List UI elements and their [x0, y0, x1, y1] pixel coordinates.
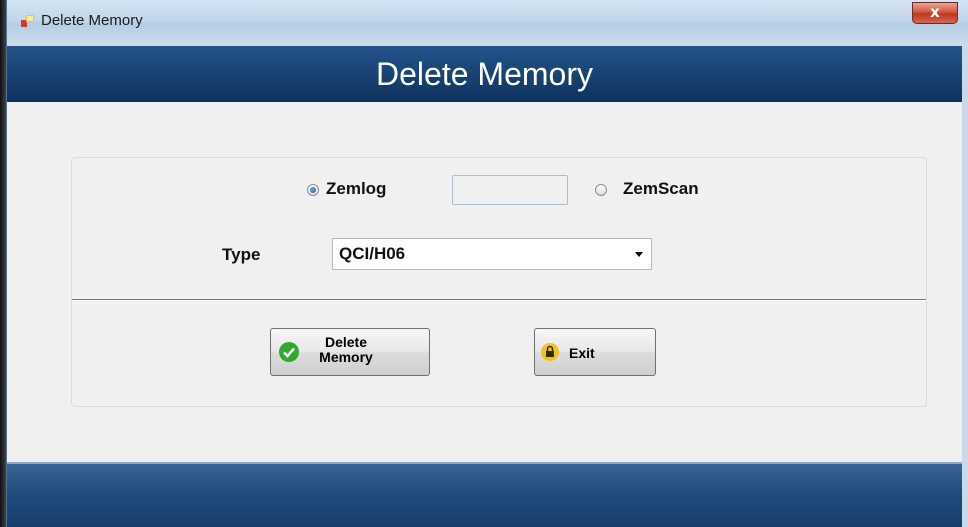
close-button[interactable]: x [912, 2, 958, 24]
options-panel: Zemlog ZemScan Type QCI/H06 Delete Memor… [71, 157, 927, 407]
zemscan-label[interactable]: ZemScan [623, 179, 699, 199]
type-label: Type [222, 245, 261, 264]
exit-button[interactable]: Exit [534, 328, 656, 376]
type-dropdown[interactable]: QCI/H06 [332, 238, 652, 270]
header-banner: Delete Memory [7, 46, 962, 102]
delete-memory-window: Delete Memory x Delete Memory Zemlog Zem… [6, 0, 968, 527]
chevron-down-icon[interactable] [635, 252, 643, 257]
delete-memory-line2: Memory [319, 349, 373, 365]
check-circle-icon [279, 342, 299, 362]
app-icon [21, 15, 34, 27]
exit-label: Exit [569, 345, 595, 361]
delete-memory-button[interactable]: Delete Memory [270, 328, 430, 376]
footer-banner [7, 462, 962, 527]
delete-memory-line1: Delete [324, 334, 368, 350]
type-dropdown-value: QCI/H06 [339, 244, 406, 263]
close-icon: x [930, 3, 940, 21]
zemscan-radio[interactable] [595, 184, 607, 196]
title-bar[interactable]: Delete Memory x [7, 0, 968, 44]
zemlog-radio[interactable] [307, 184, 319, 196]
form-area: Zemlog ZemScan Type QCI/H06 Delete Memor… [7, 102, 962, 462]
panel-divider [72, 299, 926, 301]
lock-icon [541, 343, 559, 361]
footer-separator [7, 462, 962, 464]
window-title: Delete Memory [41, 12, 143, 29]
page-title: Delete Memory [376, 56, 593, 92]
zemlog-label[interactable]: Zemlog [326, 179, 386, 199]
device-input[interactable] [452, 175, 568, 205]
